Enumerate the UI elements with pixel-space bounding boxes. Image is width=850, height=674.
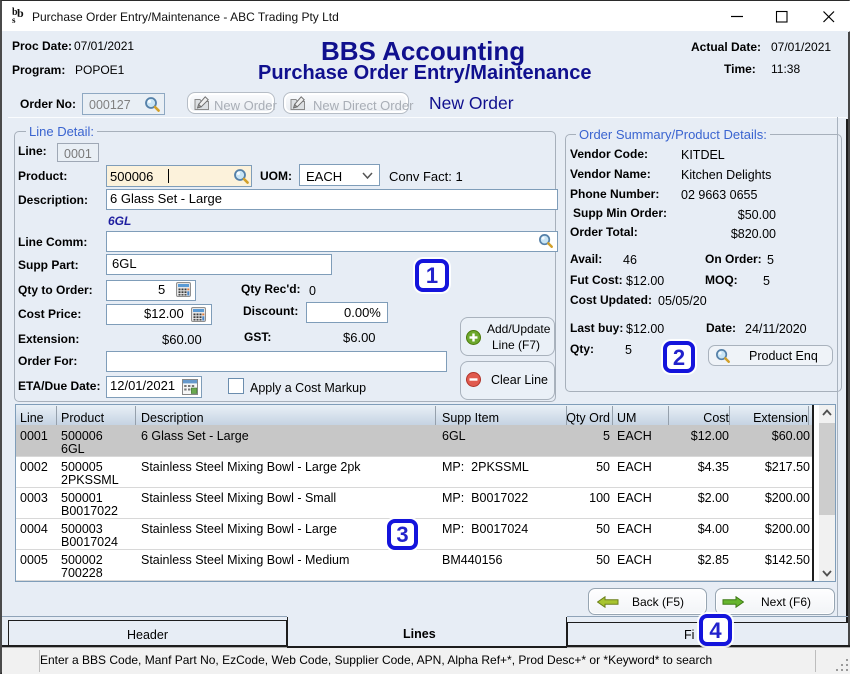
svg-text:b: b bbox=[17, 6, 24, 20]
svg-text:s: s bbox=[12, 15, 16, 24]
